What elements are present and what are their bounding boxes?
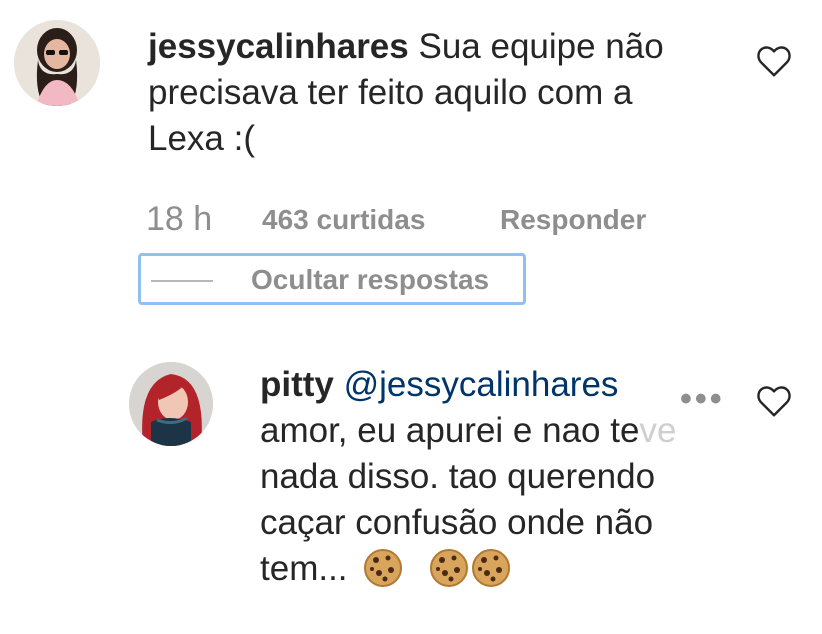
reply-body: pitty @jessycalinhares amor, eu apurei e… [260, 362, 676, 592]
comment-text-line2: precisava ter feito aquilo com a [148, 73, 633, 112]
cookie-emoji [471, 548, 511, 588]
more-options-icon[interactable]: ••• [680, 380, 725, 419]
reply-mention-link[interactable]: @jessycalinhares [344, 365, 619, 404]
comment-text-line1: Sua equipe não [418, 27, 664, 66]
comment-timestamp[interactable]: 18 h [146, 200, 212, 239]
like-comment-heart-icon[interactable] [756, 44, 792, 78]
reply-text-line1-faded: ve [639, 411, 677, 450]
hide-replies-label: Ocultar respostas [251, 264, 490, 295]
reply-text-line3: caçar confusão onde não [260, 503, 654, 542]
like-reply-heart-icon[interactable] [756, 384, 792, 418]
comment-text-line3: Lexa :( [148, 119, 255, 158]
reply-username[interactable]: pitty [260, 365, 334, 404]
hide-replies-divider [151, 280, 213, 282]
comment-likes-count[interactable]: 463 curtidas [262, 204, 425, 236]
comment-body: jessycalinhares Sua equipe não precisava… [148, 24, 664, 162]
reply-text-line2: nada disso. tao querendo [260, 457, 656, 496]
avatar-pitty[interactable] [129, 362, 213, 446]
cookie-emoji [363, 548, 403, 588]
avatar-jessycalinhares[interactable] [14, 20, 100, 106]
comment-username[interactable]: jessycalinhares [148, 27, 409, 66]
reply-button[interactable]: Responder [500, 204, 646, 236]
reply-text-line4: tem... [260, 549, 348, 588]
cookie-emoji [429, 548, 469, 588]
reply-text-line1: amor, eu apurei e nao te [260, 411, 640, 450]
hide-replies-button[interactable]: Ocultar respostas [138, 253, 526, 305]
